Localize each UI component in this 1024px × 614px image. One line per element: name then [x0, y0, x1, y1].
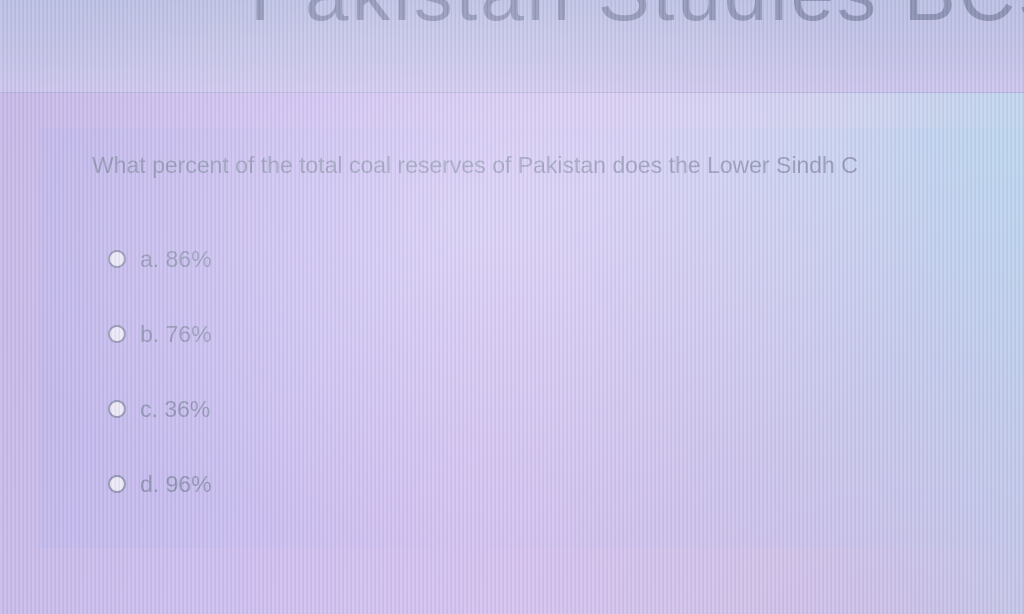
radio-button-icon[interactable]	[108, 325, 126, 343]
answer-option-b[interactable]: b. 76%	[108, 317, 212, 351]
answer-label: b. 76%	[140, 320, 212, 347]
page-title: Pakistan Studies BCSF	[250, 0, 1024, 39]
question-card: What percent of the total coal reserves …	[40, 128, 1024, 548]
answer-options: a. 86% b. 76% c. 36% d. 96%	[108, 242, 212, 542]
answer-label: d. 96%	[140, 470, 212, 497]
answer-label: a. 86%	[140, 245, 212, 272]
radio-button-icon[interactable]	[108, 475, 126, 493]
radio-button-icon[interactable]	[108, 250, 126, 268]
answer-option-a[interactable]: a. 86%	[108, 242, 212, 276]
answer-option-d[interactable]: d. 96%	[108, 467, 212, 501]
radio-button-icon[interactable]	[108, 400, 126, 418]
answer-option-c[interactable]: c. 36%	[108, 392, 212, 426]
page-header: Pakistan Studies BCSF	[0, 0, 1024, 93]
answer-label: c. 36%	[140, 395, 211, 422]
question-text: What percent of the total coal reserves …	[92, 152, 858, 178]
